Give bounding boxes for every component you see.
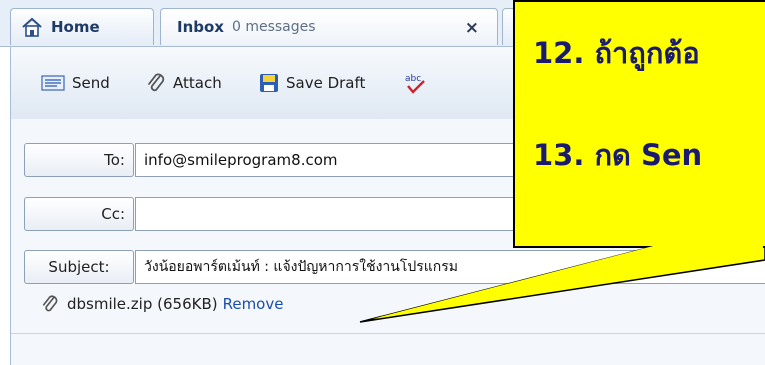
callout-step-13: 13. กด Sen [533, 138, 703, 172]
callout-tail-fill [372, 245, 763, 319]
compose-window: Home Inbox 0 messages × Send Attach Save… [0, 0, 765, 365]
callout-step-12: 12. ถ้าถูกต้อ [533, 36, 700, 70]
